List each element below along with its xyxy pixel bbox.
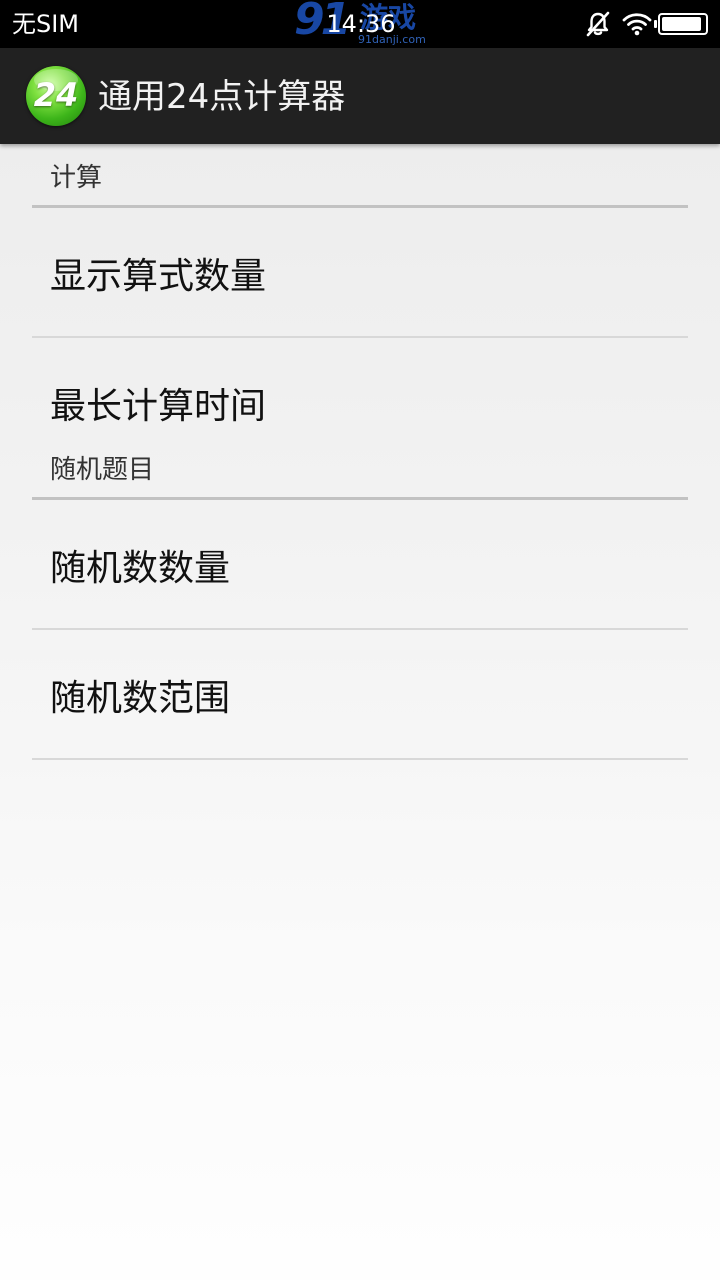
item-divider: [32, 758, 688, 760]
pref-item-random-range[interactable]: 随机数范围: [0, 630, 720, 760]
pref-item-random-count[interactable]: 随机数数量: [0, 500, 720, 630]
battery-fill: [662, 17, 701, 31]
app-icon-text: 24: [33, 76, 79, 114]
app-bar: 24 通用24点计算器: [0, 48, 720, 144]
wifi-icon: [622, 13, 652, 36]
bell-muted-icon: [586, 11, 610, 37]
pref-item-label: 最长计算时间: [50, 386, 267, 427]
category-header-calc: 计算: [0, 144, 720, 208]
app-icon: 24: [26, 66, 86, 126]
battery-icon: [654, 13, 708, 35]
battery-cap: [654, 20, 657, 28]
pref-item-label: 随机数数量: [50, 548, 231, 589]
category-label: 计算: [50, 163, 103, 193]
app-title: 通用24点计算器: [98, 77, 346, 117]
carrier-label: 无SIM: [12, 10, 80, 38]
status-time: 14:36: [326, 10, 396, 38]
preferences-list: 计算 显示算式数量 最长计算时间 随机题目 随机数数量 随机数范围: [0, 144, 720, 760]
pref-item-label: 随机数范围: [50, 678, 231, 719]
category-label: 随机题目: [50, 455, 155, 485]
category-header-random: 随机题目: [0, 436, 720, 500]
status-bar: 无SIM 91 游戏 91danji.com 14:36: [0, 0, 720, 48]
pref-item-formula-count[interactable]: 显示算式数量: [0, 208, 720, 338]
pref-item-label: 显示算式数量: [50, 256, 267, 297]
